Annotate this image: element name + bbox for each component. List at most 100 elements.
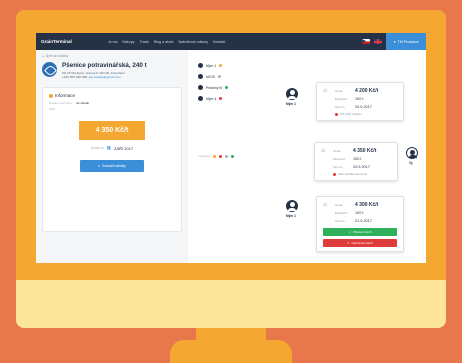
info-row: Dodací podmínky Ze skladu bbox=[49, 101, 175, 105]
negotiation-area: Mým 1 MO III Pekárny III Mým 4 Legenda M… bbox=[188, 50, 426, 263]
own-offer-bubble: ⚖ Cena 4 350 Kč/t Množství 100 t Termín … bbox=[314, 142, 398, 181]
offer-status: Vaše nabídka odmítnuta bbox=[321, 173, 391, 176]
calendar-icon: ▦ bbox=[106, 145, 112, 150]
user-avatar-icon bbox=[198, 63, 203, 68]
price-value: 4 200 Kč/t bbox=[355, 88, 379, 94]
date-label: Dodat do bbox=[90, 146, 104, 150]
user-avatar-icon bbox=[198, 74, 203, 79]
offer-detail-panel: ◂ Zpět na nabídky Pšenice potravinářská,… bbox=[36, 50, 188, 263]
accept-offer-button[interactable]: ✓ Přijmout návrh bbox=[323, 228, 397, 236]
nav-link[interactable]: Jo ms bbox=[108, 40, 118, 44]
scale-icon: ⚖ bbox=[323, 88, 328, 94]
nav-link[interactable]: Blog a akcie bbox=[154, 40, 174, 44]
status-dot-icon bbox=[219, 97, 223, 100]
counterparty-avatar-icon bbox=[286, 200, 298, 212]
participant-row[interactable]: Pekárny III bbox=[198, 82, 229, 93]
check-icon: ✓ bbox=[348, 230, 351, 234]
accept-label: Přijmout návrh bbox=[352, 230, 372, 234]
date-key: Termín bbox=[335, 105, 345, 109]
bubble-price-row: ⚖ Cena 4 200 Kč/t bbox=[323, 87, 397, 95]
participant-list: Mým 1 MO III Pekárny III Mým 4 bbox=[198, 60, 229, 104]
product-address: Klk 25 Moutkovi, Jirsova 8, 301 00, Fren… bbox=[62, 71, 147, 79]
product-title: Pšenice potravinářská, 240 t bbox=[62, 62, 147, 69]
info-row: DPH bbox=[49, 107, 175, 111]
show-offers-label: Zobrazit nabídky bbox=[102, 164, 126, 168]
price-value: 4 350 Kč/t bbox=[353, 148, 377, 154]
info-title-label: Informace bbox=[55, 93, 76, 98]
nav-right: ● TM Produkce bbox=[362, 33, 426, 50]
bubble-price-row: ⚖ Cena 4 350 Kč/t bbox=[321, 147, 391, 155]
nav-link[interactable]: Trade bbox=[140, 40, 149, 44]
close-icon: ✕ bbox=[347, 241, 350, 245]
qty-value: 100 t bbox=[353, 157, 362, 161]
qty-key: Množství bbox=[335, 211, 348, 215]
legend-dot-icon bbox=[224, 154, 228, 158]
info-row-value: Ze skladu bbox=[76, 101, 90, 105]
counter-offer-bubble: ⚖ Cena 4 300 Kč/t Množství 100 t Termín … bbox=[316, 196, 404, 252]
status-text: Odmítl(a) nabídku bbox=[340, 113, 362, 116]
status-dot-icon bbox=[333, 173, 336, 176]
date-value: ZÁŘÍ 2017 bbox=[114, 145, 134, 151]
legend-dot-icon bbox=[212, 154, 216, 158]
list-icon: ≡ bbox=[98, 164, 101, 168]
bubble-date-row: Termín 21.9.2017 bbox=[323, 217, 397, 225]
delivery-date: Dodat do ▦ ZÁŘÍ 2017 bbox=[49, 145, 175, 151]
legend-dot-icon bbox=[218, 154, 222, 158]
monitor-chin bbox=[16, 280, 446, 328]
back-link-label: Zpět na nabídky bbox=[45, 54, 69, 58]
reject-offer-button[interactable]: ✕ Odmítnout návrh bbox=[323, 239, 397, 247]
show-offers-button[interactable]: ≡ Zobrazit nabídky bbox=[80, 160, 144, 172]
info-row-key: Dodací podmínky bbox=[49, 101, 73, 105]
bubble-price-row: ⚖ Cena 4 300 Kč/t bbox=[323, 201, 397, 209]
nav-link[interactable]: Nákupy bbox=[122, 40, 134, 44]
date-value: 20.9.2017 bbox=[353, 165, 370, 169]
grain-icon bbox=[42, 62, 57, 77]
status-legend: Legenda bbox=[198, 154, 234, 158]
participant-name: Pekárny III bbox=[206, 85, 223, 90]
own-label: Vy bbox=[409, 161, 413, 165]
offer-status: Odmítl(a) nabídku bbox=[323, 113, 397, 116]
bubble-date-row: Termín 20.9.2017 bbox=[323, 103, 397, 111]
price-key: Cena bbox=[335, 89, 343, 93]
info-card: Informace Dodací podmínky Ze skladu DPH … bbox=[42, 87, 182, 232]
price-key: Cena bbox=[335, 203, 343, 207]
qty-value: 100 t bbox=[355, 97, 364, 101]
status-dot-icon bbox=[219, 64, 223, 67]
login-button[interactable]: ● TM Produkce bbox=[386, 33, 426, 50]
flag-en-icon[interactable] bbox=[374, 39, 383, 44]
participant-row[interactable]: Mým 1 bbox=[198, 60, 228, 71]
flag-cz-icon[interactable] bbox=[362, 39, 371, 44]
bubble-qty-row: Množství 100 t bbox=[323, 209, 397, 217]
scale-icon: ⚖ bbox=[323, 202, 328, 208]
legend-dot-icon bbox=[230, 154, 234, 158]
legend-label: Legenda bbox=[198, 154, 210, 158]
info-dot-icon bbox=[49, 93, 53, 98]
bubble-qty-row: Množství 100 t bbox=[321, 155, 391, 163]
status-dot-icon bbox=[335, 113, 338, 116]
price-box: 4 350 Kč/t bbox=[79, 121, 145, 140]
date-value: 21.9.2017 bbox=[355, 219, 372, 223]
participant-name: Mým 1 bbox=[206, 63, 217, 68]
price-key: Cena bbox=[333, 149, 341, 153]
counterparty-label: Mým 1 bbox=[286, 214, 296, 218]
participant-row[interactable]: MO III bbox=[198, 71, 228, 82]
own-avatar-icon bbox=[406, 147, 418, 159]
bubble-qty-row: Množství 100 t bbox=[323, 95, 397, 103]
counterparty-avatar-icon bbox=[286, 88, 298, 100]
price-value: 4 300 Kč/t bbox=[355, 202, 379, 208]
qty-value: 100 t bbox=[355, 211, 364, 215]
nav-link[interactable]: Kontakt bbox=[213, 40, 225, 44]
date-key: Termín bbox=[333, 165, 343, 169]
nav-link[interactable]: Nabídkové odkazy bbox=[178, 40, 208, 44]
participant-row[interactable]: Mým 4 bbox=[198, 93, 228, 104]
status-dot-icon bbox=[225, 86, 229, 89]
contact-email-link[interactable]: jan.vodeka@gmail.com bbox=[89, 75, 121, 79]
user-avatar-icon bbox=[198, 96, 203, 101]
nav-links: Jo ms Nákupy Trade Blog a akcie Nabídkov… bbox=[108, 40, 225, 44]
top-navbar: GrainTerminal Jo ms Nákupy Trade Blog a … bbox=[36, 33, 426, 50]
back-link[interactable]: ◂ Zpět na nabídky bbox=[42, 54, 182, 58]
monitor-stand-base bbox=[170, 340, 292, 363]
participant-name: Mým 4 bbox=[206, 96, 217, 101]
back-arrow-icon: ◂ bbox=[42, 54, 44, 58]
app-logo[interactable]: GrainTerminal bbox=[41, 39, 72, 44]
